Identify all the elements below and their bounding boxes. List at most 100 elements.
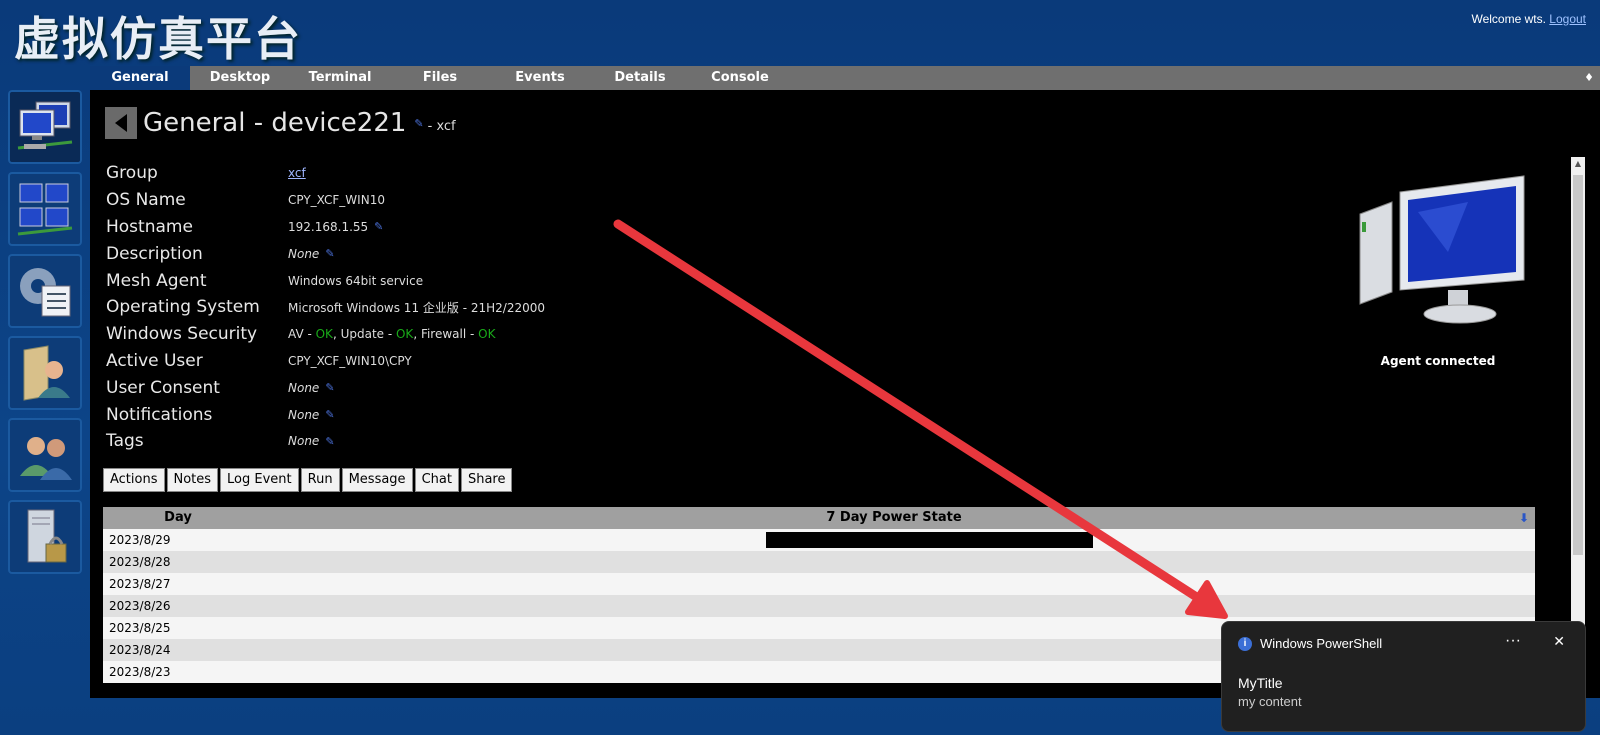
col-day: Day [164, 510, 192, 525]
page-subtitle: - xcf [427, 118, 456, 134]
message-button[interactable]: Message [341, 468, 413, 492]
scroll-thumb[interactable] [1573, 175, 1583, 555]
back-arrow-icon [115, 114, 127, 132]
prop-label: OS Name [106, 190, 186, 211]
computer-icon [1359, 175, 1525, 324]
page-title: General - device221 [143, 108, 407, 138]
run-button[interactable]: Run [300, 468, 340, 492]
tab-desktop[interactable]: Desktop [190, 66, 290, 90]
edit-tags-icon[interactable]: ✎ [325, 435, 334, 448]
edit-hostname-icon[interactable]: ✎ [374, 220, 383, 233]
properties-list: Group xcf OS Name CPY_XCF_WIN10 Hostname… [106, 160, 545, 455]
edit-notifications-icon[interactable]: ✎ [325, 408, 334, 421]
prop-label: Operating System [106, 297, 260, 318]
prop-label: Mesh Agent [106, 270, 207, 291]
diamond-icon[interactable]: ♦ [1584, 66, 1594, 90]
row-day: 2023/8/29 [109, 533, 171, 547]
welcome-area: Welcome wts. Logout [1471, 12, 1586, 26]
sidebar-item-user-files[interactable] [8, 336, 82, 410]
prop-value: Windows 64bit service [288, 273, 424, 288]
tab-files[interactable]: Files [390, 66, 490, 90]
tab-details[interactable]: Details [590, 66, 690, 90]
tab-general[interactable]: General [90, 66, 190, 90]
prop-value: None [288, 434, 320, 449]
tab-console[interactable]: Console [690, 66, 790, 90]
toast-title: MyTitle [1238, 675, 1283, 691]
update-status: OK [395, 327, 414, 342]
agent-status: Agent connected [1380, 354, 1496, 368]
power-on-bar [765, 532, 1093, 548]
prop-row-notifications: Notifications None ✎ [106, 401, 545, 428]
prop-label: Group [106, 163, 158, 184]
prop-value: Microsoft Windows 11 企业版 - 21H2/22000 [288, 300, 545, 315]
prop-value: CPY_XCF_WIN10\CPY [288, 353, 412, 368]
sidebar-item-users[interactable] [8, 418, 82, 492]
close-icon[interactable]: ✕ [1553, 633, 1565, 650]
prop-value: None [288, 407, 320, 422]
sidebar-item-security[interactable] [8, 500, 82, 574]
devices-icon [17, 101, 73, 150]
prop-value: None [288, 246, 320, 261]
toast-content: my content [1238, 694, 1302, 709]
tab-bar: General Desktop Terminal Files Events De… [90, 66, 1600, 90]
prop-row-hostname: Hostname 192.168.1.55 ✎ [106, 214, 545, 241]
windows-toast-notification[interactable]: i Windows PowerShell ··· ✕ MyTitle my co… [1221, 621, 1586, 732]
row-day: 2023/8/26 [109, 599, 171, 613]
prop-row-active-user: Active User CPY_XCF_WIN10\CPY [106, 348, 545, 375]
edit-consent-icon[interactable]: ✎ [325, 381, 334, 394]
table-row: 2023/8/29 [103, 529, 1535, 551]
main-panel: General - device221 ✎ - xcf Group xcf OS… [90, 90, 1600, 698]
group-link[interactable]: xcf [288, 166, 306, 180]
scroll-up-icon[interactable]: ▲ [1571, 157, 1585, 171]
edit-title-icon[interactable]: ✎ [414, 117, 423, 130]
firewall-status: OK [478, 327, 496, 342]
chat-button[interactable]: Chat [414, 468, 459, 492]
device-status: Agent connected [1348, 172, 1528, 368]
prop-row-user-consent: User Consent None ✎ [106, 374, 545, 401]
av-status: OK [315, 327, 333, 342]
table-row: 2023/8/26 [103, 595, 1535, 617]
prop-label: Description [106, 243, 203, 264]
tab-terminal[interactable]: Terminal [290, 66, 390, 90]
firewall-label: , Firewall - [413, 327, 479, 342]
prop-label: Notifications [106, 404, 213, 425]
prop-row-group: Group xcf [106, 160, 545, 187]
prop-row-operating-system: Operating System Microsoft Windows 11 企业… [106, 294, 545, 321]
prop-label: User Consent [106, 377, 220, 398]
row-day: 2023/8/23 [109, 665, 171, 679]
prop-row-windows-security: Windows Security AV - OK, Update - OK, F… [106, 321, 545, 348]
app-title: 虚拟仿真平台 [14, 12, 302, 66]
toast-app-name: Windows PowerShell [1260, 636, 1383, 651]
sidebar-item-settings[interactable] [8, 254, 82, 328]
av-label: AV - [288, 327, 316, 342]
prop-value: CPY_XCF_WIN10 [288, 193, 385, 208]
notes-button[interactable]: Notes [166, 468, 219, 492]
user-folder-icon [23, 345, 70, 401]
row-day: 2023/8/25 [109, 621, 171, 635]
prop-label: Windows Security [106, 324, 258, 345]
download-icon[interactable]: ⬇ [1519, 507, 1529, 529]
network-devices-icon [17, 183, 73, 236]
prop-value: None [288, 380, 320, 395]
welcome-text: Welcome wts. [1471, 12, 1546, 26]
col-power-state: 7 Day Power State [826, 510, 962, 525]
back-button[interactable] [105, 107, 137, 139]
table-row: 2023/8/27 [103, 573, 1535, 595]
settings-checklist-icon [20, 268, 71, 317]
row-day: 2023/8/24 [109, 643, 171, 657]
edit-description-icon[interactable]: ✎ [325, 247, 334, 260]
log-event-button[interactable]: Log Event [220, 468, 299, 492]
logout-link[interactable]: Logout [1549, 12, 1586, 26]
vertical-scrollbar[interactable]: ▲ ▼ [1571, 157, 1585, 685]
share-button[interactable]: Share [460, 468, 513, 492]
action-buttons: Actions Notes Log Event Run Message Chat… [103, 468, 514, 492]
sidebar-item-network[interactable] [8, 172, 82, 246]
sidebar-item-devices[interactable] [8, 90, 82, 164]
prop-row-mesh-agent: Mesh Agent Windows 64bit service [106, 267, 545, 294]
table-row: 2023/8/28 [103, 551, 1535, 573]
more-options-icon[interactable]: ··· [1505, 632, 1521, 650]
tab-events[interactable]: Events [490, 66, 590, 90]
prop-row-tags: Tags None ✎ [106, 428, 545, 455]
users-icon [20, 437, 72, 480]
actions-button[interactable]: Actions [103, 468, 165, 492]
